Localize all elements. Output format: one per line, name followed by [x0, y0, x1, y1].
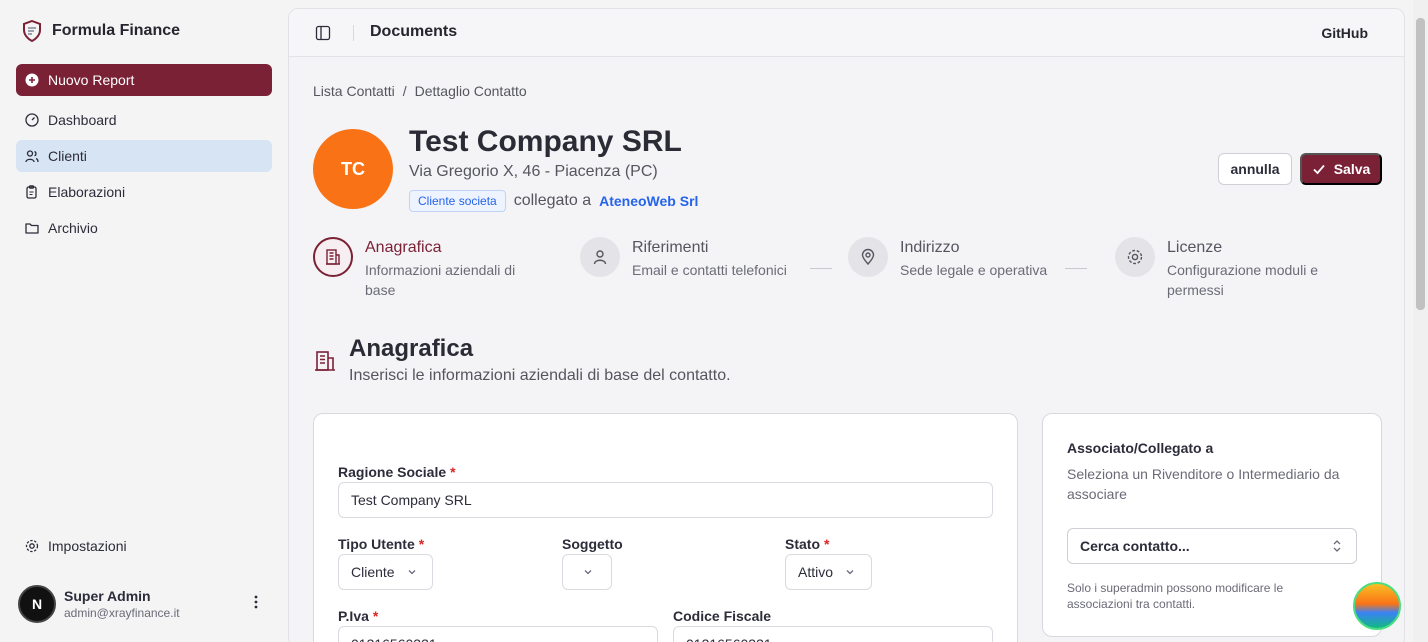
step-desc: Informazioni aziendali di	[365, 262, 516, 278]
brand-shield-icon	[23, 20, 41, 42]
save-button[interactable]: Salva	[1300, 153, 1382, 185]
floating-assistant-icon[interactable]	[1353, 582, 1401, 630]
association-note: Solo i superadmin possono modificare le …	[1067, 581, 1284, 611]
check-icon	[1313, 164, 1325, 175]
divider	[353, 25, 354, 41]
sidebar-item-label: Elaborazioni	[48, 184, 126, 200]
users-icon	[25, 150, 39, 163]
save-label: Salva	[1333, 161, 1371, 177]
step-desc: Configurazione moduli e	[1167, 262, 1318, 278]
cancel-button[interactable]: annulla	[1218, 153, 1292, 185]
gear-icon	[25, 539, 39, 553]
step-indirizzo[interactable]: Indirizzo Sede legale e operativa	[848, 237, 1047, 280]
step-riferimenti[interactable]: Riferimenti Email e contatti telefonici	[580, 237, 787, 280]
step-desc: Email e contatti telefonici	[632, 262, 787, 278]
building-icon	[313, 237, 353, 277]
association-subtitle: Seleziona un Rivenditore o Intermediario…	[1067, 466, 1340, 502]
linked-contact-link[interactable]: AteneoWeb Srl	[599, 193, 698, 209]
sidebar-item-archivio[interactable]: Archivio	[16, 212, 272, 244]
map-pin-icon	[848, 237, 888, 277]
chevron-down-icon	[408, 570, 416, 575]
step-licenze[interactable]: Licenze Configurazione moduli e permessi	[1115, 237, 1337, 300]
codice-fiscale-label: Codice Fiscale	[673, 608, 772, 624]
codice-fiscale-input[interactable]: 01316560331	[673, 626, 993, 642]
tipo-utente-select[interactable]: Cliente	[338, 554, 433, 590]
gear-icon	[1115, 237, 1155, 277]
breadcrumb: Lista Contatti / Dettaglio Contatto	[313, 83, 527, 99]
sidebar-item-elaborazioni[interactable]: Elaborazioni	[16, 176, 272, 208]
contact-avatar: TC	[313, 129, 393, 209]
github-link[interactable]: GitHub	[1321, 25, 1368, 41]
sidebar-toggle-icon[interactable]	[315, 25, 331, 41]
chevrons-up-down-icon	[1333, 540, 1341, 552]
user-profile[interactable]: N Super Admin admin@xrayfinance.it	[18, 585, 180, 623]
clipboard-icon	[26, 185, 37, 199]
piva-label: P.Iva *	[338, 608, 379, 624]
soggetto-select[interactable]	[562, 554, 612, 590]
new-report-button[interactable]: Nuovo Report	[16, 64, 272, 96]
contact-search-placeholder: Cerca contatto...	[1080, 538, 1190, 554]
more-vertical-icon[interactable]	[250, 592, 262, 612]
contact-search-combobox[interactable]: Cerca contatto...	[1067, 528, 1357, 564]
soggetto-label: Soggetto	[562, 536, 623, 552]
step-desc: base	[365, 282, 396, 298]
user-email: admin@xrayfinance.it	[64, 606, 180, 620]
step-connector	[1065, 268, 1087, 269]
ragione-sociale-label: Ragione Sociale *	[338, 464, 456, 480]
building-icon	[315, 351, 335, 371]
tipo-utente-label: Tipo Utente *	[338, 536, 425, 552]
step-connector	[810, 268, 832, 269]
sidebar: Formula Finance Nuovo Report Dashboard C…	[0, 0, 288, 642]
section-title: Anagrafica	[349, 335, 474, 362]
step-title: Riferimenti	[632, 239, 709, 256]
chevron-down-icon	[846, 570, 854, 575]
step-anagrafica[interactable]: Anagrafica Informazioni aziendali di bas…	[313, 237, 535, 300]
topbar: Documents GitHub	[289, 9, 1404, 57]
contact-link-row: Cliente societa collegato a AteneoWeb Sr…	[409, 190, 698, 212]
plus-circle-icon	[25, 73, 39, 87]
avatar: N	[18, 585, 56, 623]
main-panel: Documents GitHub Lista Contatti / Dettag…	[288, 8, 1405, 642]
piva-input[interactable]: 01316560331	[338, 626, 658, 642]
client-type-badge: Cliente societa	[409, 190, 506, 212]
new-report-label: Nuovo Report	[48, 72, 135, 88]
breadcrumb-separator: /	[402, 83, 407, 99]
stato-value: Attivo	[798, 564, 834, 580]
user-name: Super Admin	[64, 588, 151, 604]
sidebar-item-impostazioni[interactable]: Impostazioni	[16, 530, 272, 562]
step-desc: permessi	[1167, 282, 1224, 298]
sidebar-item-label: Dashboard	[48, 112, 117, 128]
sidebar-item-label: Impostazioni	[48, 538, 127, 554]
anagrafica-form-card: Ragione Sociale * Test Company SRL Tipo U…	[313, 413, 1018, 642]
chevron-down-icon	[584, 570, 592, 575]
step-title: Indirizzo	[900, 239, 960, 256]
sidebar-item-clienti[interactable]: Clienti	[16, 140, 272, 172]
user-icon	[580, 237, 620, 277]
step-desc: Sede legale e operativa	[900, 262, 1048, 278]
step-title: Licenze	[1167, 239, 1223, 256]
folder-icon	[25, 223, 39, 234]
sidebar-item-label: Clienti	[48, 148, 87, 164]
step-title: Anagrafica	[365, 239, 442, 256]
brand[interactable]: Formula Finance	[22, 20, 180, 42]
page-scrollbar[interactable]	[1413, 0, 1428, 642]
sidebar-item-label: Archivio	[48, 220, 98, 236]
breadcrumb-link-lista-contatti[interactable]: Lista Contatti	[313, 83, 395, 99]
stato-label: Stato *	[785, 536, 830, 552]
breadcrumb-current: Dettaglio Contatto	[414, 83, 527, 99]
brand-name: Formula Finance	[52, 22, 181, 39]
tipo-utente-value: Cliente	[351, 564, 395, 580]
association-title: Associato/Collegato a	[1067, 440, 1214, 456]
sidebar-item-dashboard[interactable]: Dashboard	[16, 104, 272, 136]
gauge-icon	[25, 113, 39, 127]
section-subtitle: Inserisci le informazioni aziendali di b…	[349, 367, 731, 384]
linked-prefix: collegato a	[513, 192, 592, 209]
association-card: Associato/Collegato a Seleziona un Riven…	[1042, 413, 1382, 637]
ragione-sociale-input[interactable]: Test Company SRL	[338, 482, 993, 518]
contact-address: Via Gregorio X, 46 - Piacenza (PC)	[409, 163, 658, 180]
page-title: Documents	[370, 23, 458, 40]
scrollbar-thumb[interactable]	[1416, 18, 1425, 310]
contact-name: Test Company SRL	[409, 125, 682, 158]
stato-select[interactable]: Attivo	[785, 554, 872, 590]
